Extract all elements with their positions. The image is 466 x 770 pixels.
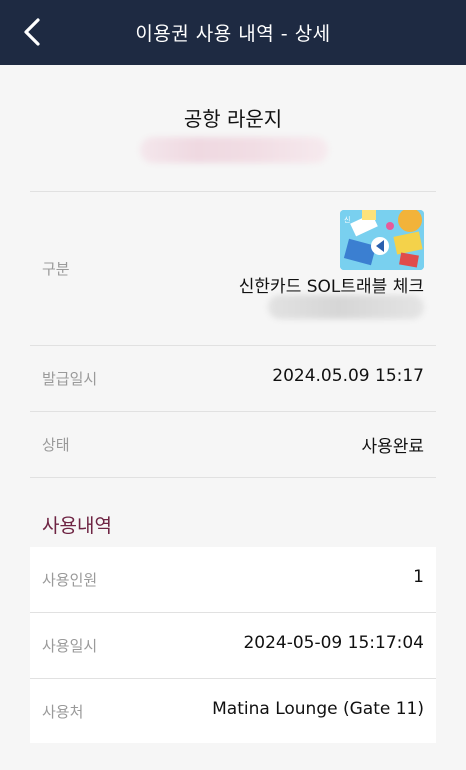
status-label: 상태 — [42, 436, 70, 454]
usage-people-row: 사용인원 1 — [30, 547, 436, 612]
status-value: 사용완료 — [361, 437, 424, 457]
back-button[interactable] — [12, 12, 52, 52]
top-navigation-bar: 이용권 사용 내역 - 상세 — [0, 0, 466, 65]
category-label: 구분 — [42, 260, 70, 278]
usage-place-label: 사용처 — [42, 703, 84, 721]
usage-people-label: 사용인원 — [42, 571, 98, 589]
page-title: 이용권 사용 내역 - 상세 — [135, 23, 331, 45]
card-name: 신한카드 SOL트래블 체크 — [238, 277, 424, 297]
redacted-subtitle — [140, 137, 328, 163]
usage-datetime-row: 사용일시 2024-05-09 15:17:04 — [30, 613, 436, 678]
issued-label: 발급일시 — [42, 370, 98, 388]
usage-place-value: Matina Lounge (Gate 11) — [212, 699, 424, 719]
issued-row: 발급일시 2024.05.09 15:17 — [30, 346, 436, 411]
redacted-card-number — [268, 295, 424, 319]
usage-datetime-label: 사용일시 — [42, 637, 98, 655]
product-title: 공항 라운지 — [183, 107, 283, 131]
usage-datetime-value: 2024-05-09 15:17:04 — [243, 633, 424, 653]
usage-people-value: 1 — [413, 567, 424, 587]
detail-content: 공항 라운지 구분 신 신한카드 SOL트래블 체크 발급일시 2024.05.… — [0, 65, 466, 770]
usage-section-title: 사용내역 — [42, 515, 112, 537]
divider — [30, 477, 436, 478]
chevron-left-icon — [24, 18, 40, 46]
usage-place-row: 사용처 Matina Lounge (Gate 11) — [30, 679, 436, 744]
card-image: 신 — [340, 210, 424, 270]
issued-value: 2024.05.09 15:17 — [272, 366, 424, 386]
status-row: 상태 사용완료 — [30, 412, 436, 477]
svg-text:신: 신 — [344, 215, 350, 224]
